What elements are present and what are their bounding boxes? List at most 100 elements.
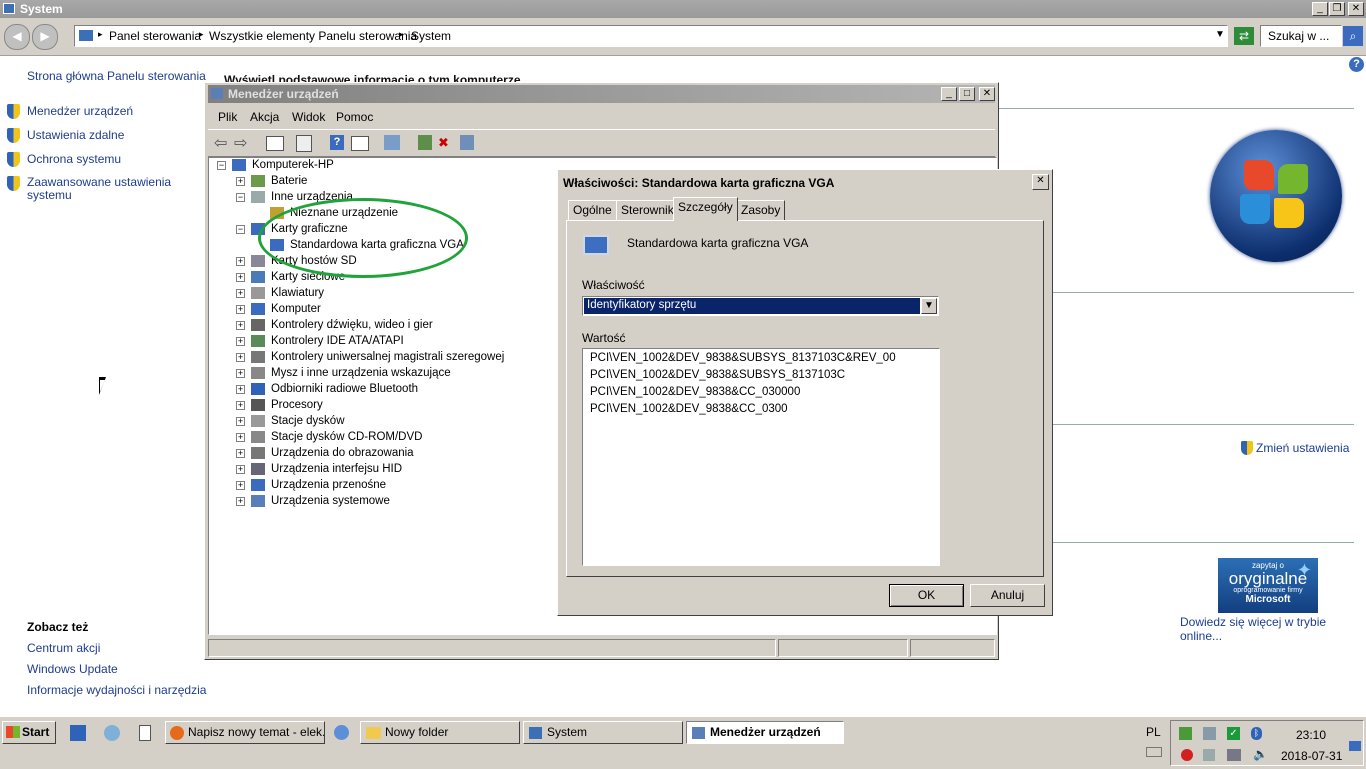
property-select[interactable]: Identyfikatory sprzętu ▼ [582,296,939,316]
breadcrumb-system[interactable]: System [411,29,451,43]
tree-category-item[interactable]: Baterie [271,173,307,189]
view-icon[interactable] [351,136,369,151]
clock-time[interactable]: 23:10 [1296,728,1326,742]
tray-app-icon[interactable] [1203,749,1215,761]
expand-toggle[interactable]: + [236,401,245,410]
update-driver-icon[interactable] [418,135,432,150]
scan-hardware-icon[interactable] [384,135,400,150]
refresh-icon[interactable]: ⇄ [1234,27,1254,45]
value-list[interactable]: PCI\VEN_1002&DEV_9838&SUBSYS_8137103C&RE… [582,348,940,566]
genuine-microsoft-badge[interactable]: zapytaj o oryginalne oprogramowanie firm… [1218,558,1318,613]
show-desktop-icon[interactable] [1349,741,1361,751]
search-input[interactable]: Szukaj w ... [1260,25,1342,47]
expand-toggle[interactable]: + [236,353,245,362]
device-manager-link[interactable]: Menedżer urządzeń [27,104,133,118]
tree-category-item[interactable]: Mysz i inne urządzenia wskazujące [271,365,451,381]
expand-toggle[interactable]: + [236,465,245,474]
help-icon[interactable]: ? [1349,57,1364,72]
forward-arrow-icon[interactable]: ⇨ [234,133,247,153]
system-protection-link[interactable]: Ochrona systemu [27,152,121,166]
system-title-bar[interactable]: System _ ❐ ✕ [0,0,1366,18]
search-icon[interactable]: ⌕ [1343,26,1363,46]
tab-details[interactable]: Szczegóły [673,197,738,221]
expand-toggle[interactable]: + [236,177,245,186]
dm-close-button[interactable]: ✕ [979,87,995,101]
quick-launch-icon[interactable] [334,725,349,740]
value-item[interactable]: PCI\VEN_1002&DEV_9838&SUBSYS_8137103C&RE… [590,352,896,364]
tree-category-item[interactable]: Stacje dysków CD-ROM/DVD [271,429,422,445]
close-button[interactable]: ✕ [1348,2,1364,16]
address-bar[interactable]: ▸ Panel sterowania ▸ Wszystkie elementy … [74,25,1228,47]
tab-general[interactable]: Ogólne [568,200,617,220]
chevron-down-icon[interactable]: ▼ [921,298,937,314]
tree-category-item[interactable]: Kontrolery dźwięku, wideo i gier [271,317,433,333]
remote-settings-link[interactable]: Ustawienia zdalne [27,128,124,142]
performance-info-link[interactable]: Informacje wydajności i narzędzia [27,683,206,697]
expand-toggle[interactable]: + [236,305,245,314]
tree-category-item[interactable]: Odbiorniki radiowe Bluetooth [271,381,418,397]
menu-akcja[interactable]: Akcja [250,110,279,124]
tab-resources[interactable]: Zasoby [736,200,786,220]
dialog-close-button[interactable]: ✕ [1032,174,1049,190]
uninstall-icon[interactable]: ✖ [438,135,449,151]
expand-toggle[interactable]: + [236,385,245,394]
value-item[interactable]: PCI\VEN_1002&DEV_9838&SUBSYS_8137103C [590,369,845,381]
expand-toggle[interactable]: − [236,193,245,202]
learn-more-link[interactable]: Dowiedz się więcej w trybie online... [1180,615,1366,643]
quick-launch-icon[interactable] [104,725,120,741]
cancel-button[interactable]: Anuluj [970,584,1045,607]
tree-category-item[interactable]: Klawiatury [271,285,324,301]
windows-update-link[interactable]: Windows Update [27,662,118,676]
taskbar-item-folder[interactable]: Nowy folder [360,721,520,744]
menu-widok[interactable]: Widok [292,110,325,124]
expand-toggle[interactable]: + [236,273,245,282]
taskbar-item-browser[interactable]: Napisz nowy temat - elek... [165,721,325,744]
disable-icon[interactable] [460,135,474,150]
expand-toggle[interactable]: + [236,481,245,490]
tree-category-item[interactable]: Urządzenia przenośne [271,477,386,493]
expand-toggle[interactable]: + [236,417,245,426]
breadcrumb-panel[interactable]: Panel sterowania [109,29,201,43]
error-icon[interactable] [1181,749,1193,761]
dm-title-bar[interactable]: Menedżer urządzeń _ □ ✕ [208,85,995,103]
network-icon[interactable] [1179,727,1192,740]
expand-toggle[interactable]: + [236,337,245,346]
display-icon[interactable] [1227,749,1241,761]
clock-date[interactable]: 2018-07-31 [1281,749,1342,763]
minimize-button[interactable]: _ [1312,2,1328,16]
tab-driver[interactable]: Sterownik [616,200,679,220]
volume-icon[interactable]: 🔈 [1253,747,1268,761]
control-panel-home-link[interactable]: Strona główna Panelu sterowania [27,69,206,83]
menu-pomoc[interactable]: Pomoc [336,110,373,124]
tree-category-item[interactable]: Komputer [271,301,321,317]
advanced-settings-link[interactable]: Zaawansowane ustawienia systemu [27,176,177,202]
change-settings-link[interactable]: Zmień ustawienia [1256,441,1349,455]
taskbar-item-device-manager[interactable]: Menedżer urządzeń [686,721,844,744]
tree-category-item[interactable]: Urządzenia systemowe [271,493,390,509]
language-indicator[interactable]: PL [1146,725,1161,739]
properties-icon[interactable] [296,135,312,152]
collapse-toggle[interactable]: − [217,161,226,170]
taskbar-item-system[interactable]: System [523,721,683,744]
expand-toggle[interactable]: + [236,321,245,330]
forward-button[interactable]: ▶ [32,24,58,50]
expand-toggle[interactable]: + [236,369,245,378]
dropdown-arrow-icon[interactable]: ▼ [1215,29,1225,40]
back-arrow-icon[interactable]: ⇦ [214,133,227,153]
expand-toggle[interactable]: + [236,449,245,458]
dm-minimize-button[interactable]: _ [941,87,957,101]
quick-launch-icon[interactable] [139,725,151,741]
quick-launch-icon[interactable] [70,725,86,741]
tree-category-item[interactable]: Urządzenia interfejsu HID [271,461,402,477]
expand-toggle[interactable]: + [236,257,245,266]
back-button[interactable]: ◀ [4,24,30,50]
tree-category-item[interactable]: Urządzenia do obrazowania [271,445,414,461]
value-item[interactable]: PCI\VEN_1002&DEV_9838&CC_0300 [590,403,788,415]
tree-category-item[interactable]: Procesory [271,397,323,413]
keyboard-icon[interactable] [1146,747,1162,757]
breadcrumb-all-items[interactable]: Wszystkie elementy Panelu sterowania [209,29,417,43]
maximize-button[interactable]: ❐ [1329,2,1345,16]
action-center-link[interactable]: Centrum akcji [27,641,100,655]
start-button[interactable]: Start [2,721,56,744]
value-item[interactable]: PCI\VEN_1002&DEV_9838&CC_030000 [590,386,800,398]
